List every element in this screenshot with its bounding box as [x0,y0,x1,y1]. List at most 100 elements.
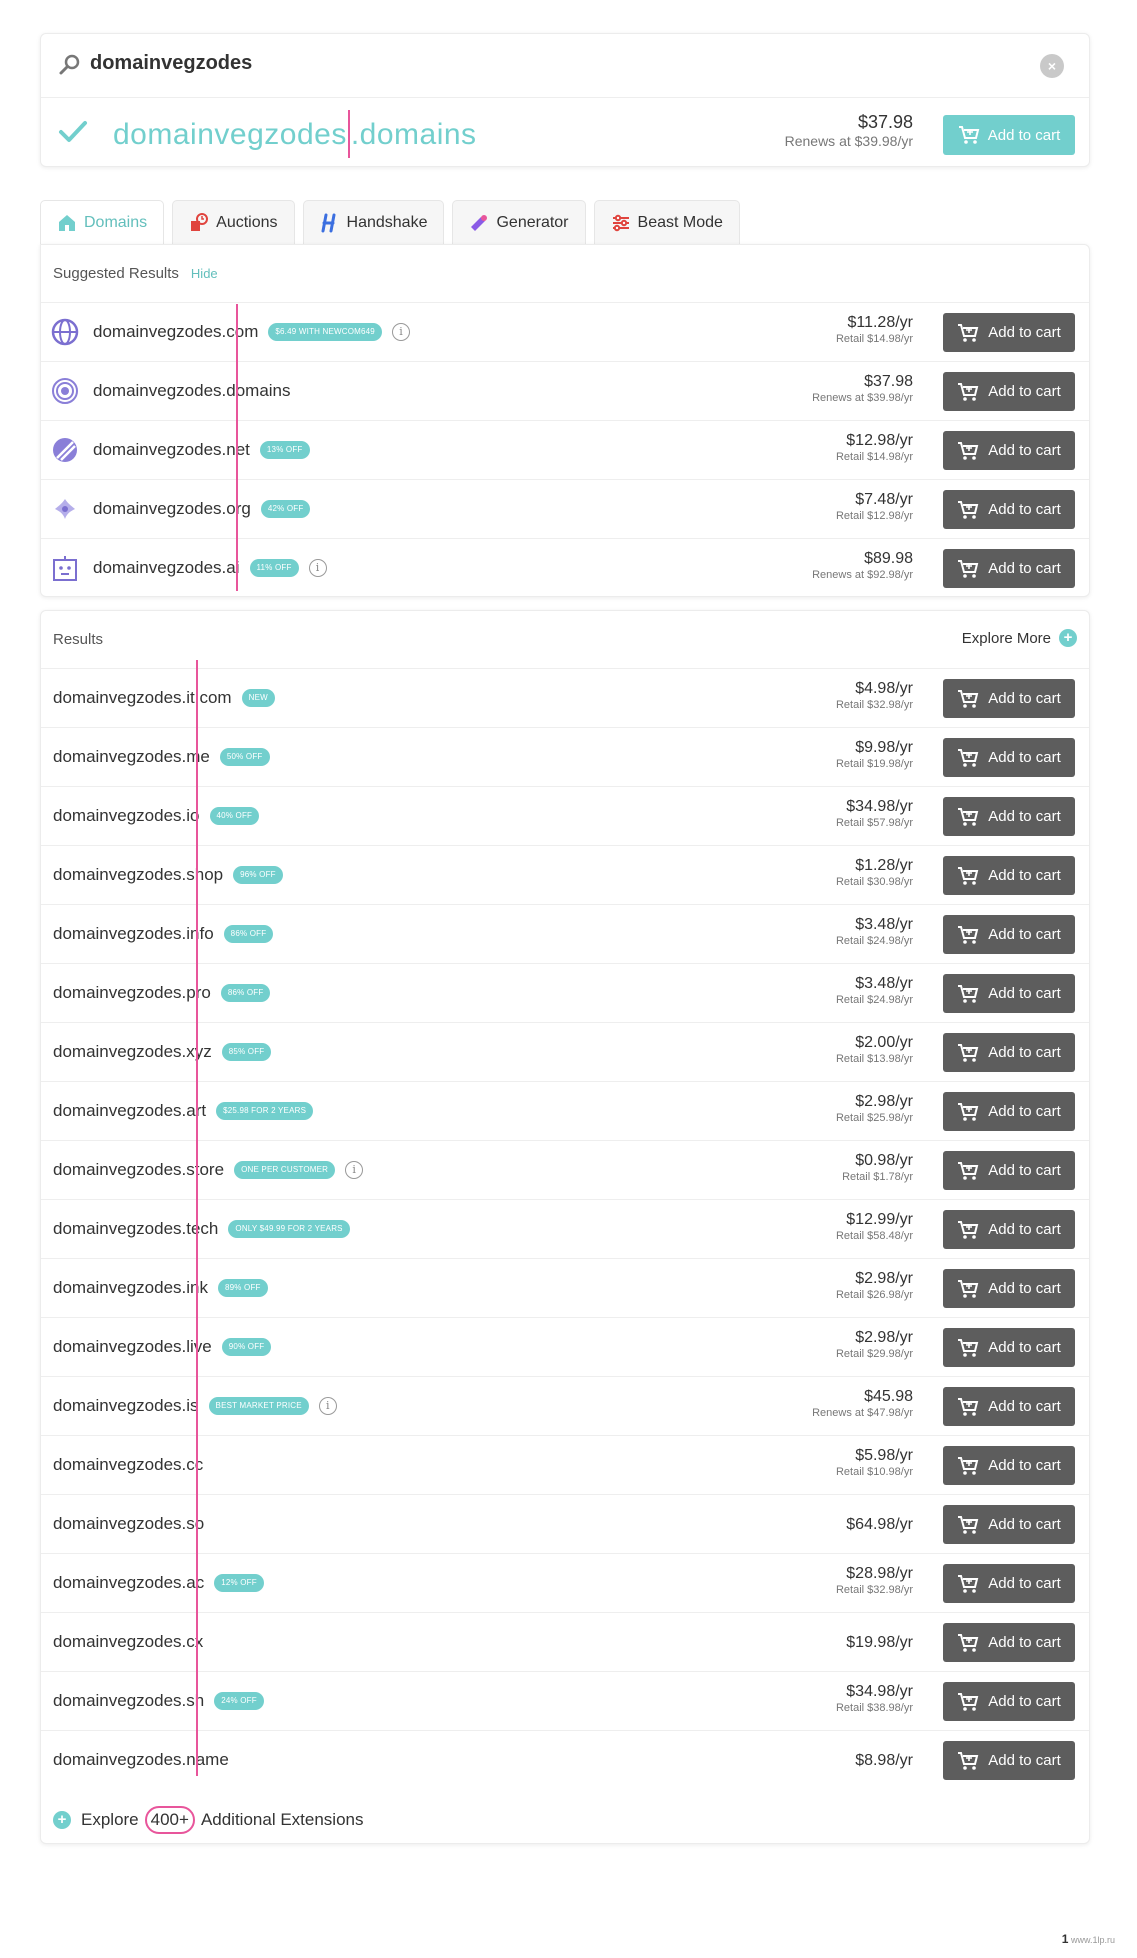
domain-name[interactable]: domainvegzodes.pro86% OFF [53,983,271,1003]
exact-price-value: $37.98 [857,112,913,132]
domain-name[interactable]: domainvegzodes.live90% OFF [53,1337,272,1357]
results-list: domainvegzodes.it.com NEW $4.98/yr Retail $… [41,669,1089,1790]
price-value: $12.99/yr [846,1211,913,1228]
domain-sld: domainvegzodes [93,440,222,459]
add-to-cart-button[interactable]: Add to cart [943,1564,1075,1603]
tab-generator[interactable]: Generator [452,200,586,244]
domain-name[interactable]: domainvegzodes.org42% OFF [93,499,311,519]
domain-name[interactable]: domainvegzodes.ac 12% OFF [53,1573,264,1593]
price: $34.98/yr Retail $38.98/yr [836,1682,913,1715]
exact-add-to-cart-button[interactable]: Add to cart [943,115,1075,155]
add-to-cart-button[interactable]: Add to cart [943,549,1075,588]
add-to-cart-button[interactable]: Add to cart [943,1446,1075,1485]
domain-row: domainvegzodes.shop 96% OFF $1.28/yr Retail… [41,846,1089,905]
price: $8.98/yr [855,1751,913,1770]
add-to-cart-button[interactable]: Add to cart [943,1623,1075,1662]
domain-name[interactable]: domainvegzodes.art $25.98 FOR 2 YEARS [53,1101,314,1121]
clear-search-button[interactable]: × [1040,54,1064,78]
add-to-cart-button[interactable]: Add to cart [943,915,1075,954]
search-bar[interactable]: domainvegzodes × [41,34,1089,98]
cart-icon [958,1692,979,1711]
cart-label: Add to cart [988,383,1061,400]
add-to-cart-button[interactable]: Add to cart [943,1741,1075,1780]
add-to-cart-button[interactable]: Add to cart [943,856,1075,895]
add-to-cart-button[interactable]: Add to cart [943,313,1075,352]
domain-name[interactable]: domainvegzodes.sh 24% OFF [53,1691,264,1711]
explore-more-link[interactable]: Explore More + [962,629,1077,647]
domain-tld: .domains [221,381,291,400]
domain-sld: domainvegzodes [53,1691,182,1710]
add-to-cart-button[interactable]: Add to cart [943,1033,1075,1072]
add-to-cart-button[interactable]: Add to cart [943,1387,1075,1426]
domain-name[interactable]: domainvegzodes.shop 96% OFF [53,865,283,885]
domain-name[interactable]: domainvegzodes.cc [53,1455,203,1475]
domain-name[interactable]: domainvegzodes.so [53,1514,204,1534]
add-to-cart-button[interactable]: Add to cart [943,738,1075,777]
tab-label: Handshake [346,213,428,231]
cart-icon [958,807,979,826]
discount-badge: 50% OFF [219,748,270,766]
info-icon[interactable]: i [308,559,327,577]
domain-sld: domainvegzodes [53,1219,182,1238]
domain-name[interactable]: domainvegzodes.net13% OFF [93,440,310,460]
domain-name[interactable]: domainvegzodes.tech ONLY $49.99 FOR 2 YEA… [53,1219,350,1239]
discount-badge: $6.49 WITH NEWCOM649 [268,323,382,341]
cart-label: Add to cart [988,1575,1061,1592]
price-value: $12.98/yr [846,432,913,449]
info-icon[interactable]: i [318,1397,337,1415]
add-to-cart-button[interactable]: Add to cart [943,1151,1075,1190]
domain-name[interactable]: domainvegzodes.ink 89% OFF [53,1278,268,1298]
domain-name[interactable]: domainvegzodes.info86% OFF [53,924,274,944]
add-to-cart-button[interactable]: Add to cart [943,1210,1075,1249]
add-to-cart-button[interactable]: Add to cart [943,1269,1075,1308]
info-icon[interactable]: i [391,323,410,341]
search-card: domainvegzodes × domainvegzodes .domains … [40,33,1090,167]
domain-sld: domainvegzodes [53,1337,182,1356]
domain-name[interactable]: domainvegzodes.domains [93,381,291,401]
domain-sld: domainvegzodes [53,1396,182,1415]
add-to-cart-button[interactable]: Add to cart [943,1505,1075,1544]
domain-name[interactable]: domainvegzodes.me50% OFF [53,747,270,767]
search-input[interactable]: domainvegzodes [90,52,252,75]
price: $4.98/yr Retail $32.98/yr [836,679,913,712]
domain-sld: domainvegzodes [93,558,222,577]
tab-auctions[interactable]: Auctions [172,200,295,244]
cart-label: Add to cart [988,1634,1061,1651]
hide-link[interactable]: Hide [191,266,218,281]
domain-name[interactable]: domainvegzodes.xyz85% OFF [53,1042,272,1062]
add-to-cart-button[interactable]: Add to cart [943,797,1075,836]
domain-name[interactable]: domainvegzodes.ai 11% OFF i [93,558,327,578]
add-to-cart-button[interactable]: Add to cart [943,431,1075,470]
cart-label: Add to cart [988,1162,1061,1179]
info-icon[interactable]: i [345,1161,364,1179]
suggested-list: domainvegzodes.com $6.49 WITH NEWCOM649 i $… [41,303,1089,598]
add-to-cart-button[interactable]: Add to cart [943,974,1075,1013]
domain-name[interactable]: domainvegzodes.com $6.49 WITH NEWCOM649 i [93,322,410,342]
cart-icon [958,1515,979,1534]
domain-name[interactable]: domainvegzodes.io 40% OFF [53,806,260,826]
watermark-num: 1 [1061,1932,1069,1946]
domain-tld: .tech [181,1219,219,1238]
tab-beast-mode[interactable]: Beast Mode [593,200,740,244]
suggested-header: Suggested Results Hide [41,245,1089,303]
cart-icon [958,1633,979,1652]
domain-name[interactable]: domainvegzodes.cx [53,1632,203,1652]
tab-handshake[interactable]: Handshake [302,200,445,244]
add-to-cart-button[interactable]: Add to cart [943,372,1075,411]
price-retail: Retail $58.48/yr [835,1230,913,1242]
annotation-line-results [196,660,198,1776]
cart-icon [958,1456,979,1475]
add-to-cart-button[interactable]: Add to cart [943,1682,1075,1721]
domain-name[interactable]: domainvegzodes.store ONE PER CUSTOMER i [53,1160,364,1180]
discount-badge: 85% OFF [221,1043,272,1061]
domain-name[interactable]: domainvegzodes.is BEST MARKET PRICE i [53,1396,337,1416]
add-to-cart-button[interactable]: Add to cart [943,1328,1075,1367]
domain-name[interactable]: domainvegzodes.name [53,1750,229,1770]
domain-name[interactable]: domainvegzodes.it.com NEW [53,688,275,708]
price-retail: Retail $14.98/yr [835,333,913,345]
tab-domains[interactable]: Domains [40,200,165,244]
add-to-cart-button[interactable]: Add to cart [943,1092,1075,1131]
add-to-cart-button[interactable]: Add to cart [943,490,1075,529]
explore-extensions-link[interactable]: + Explore 400+ Additional Extensions [41,1790,1089,1850]
add-to-cart-button[interactable]: Add to cart [943,679,1075,718]
